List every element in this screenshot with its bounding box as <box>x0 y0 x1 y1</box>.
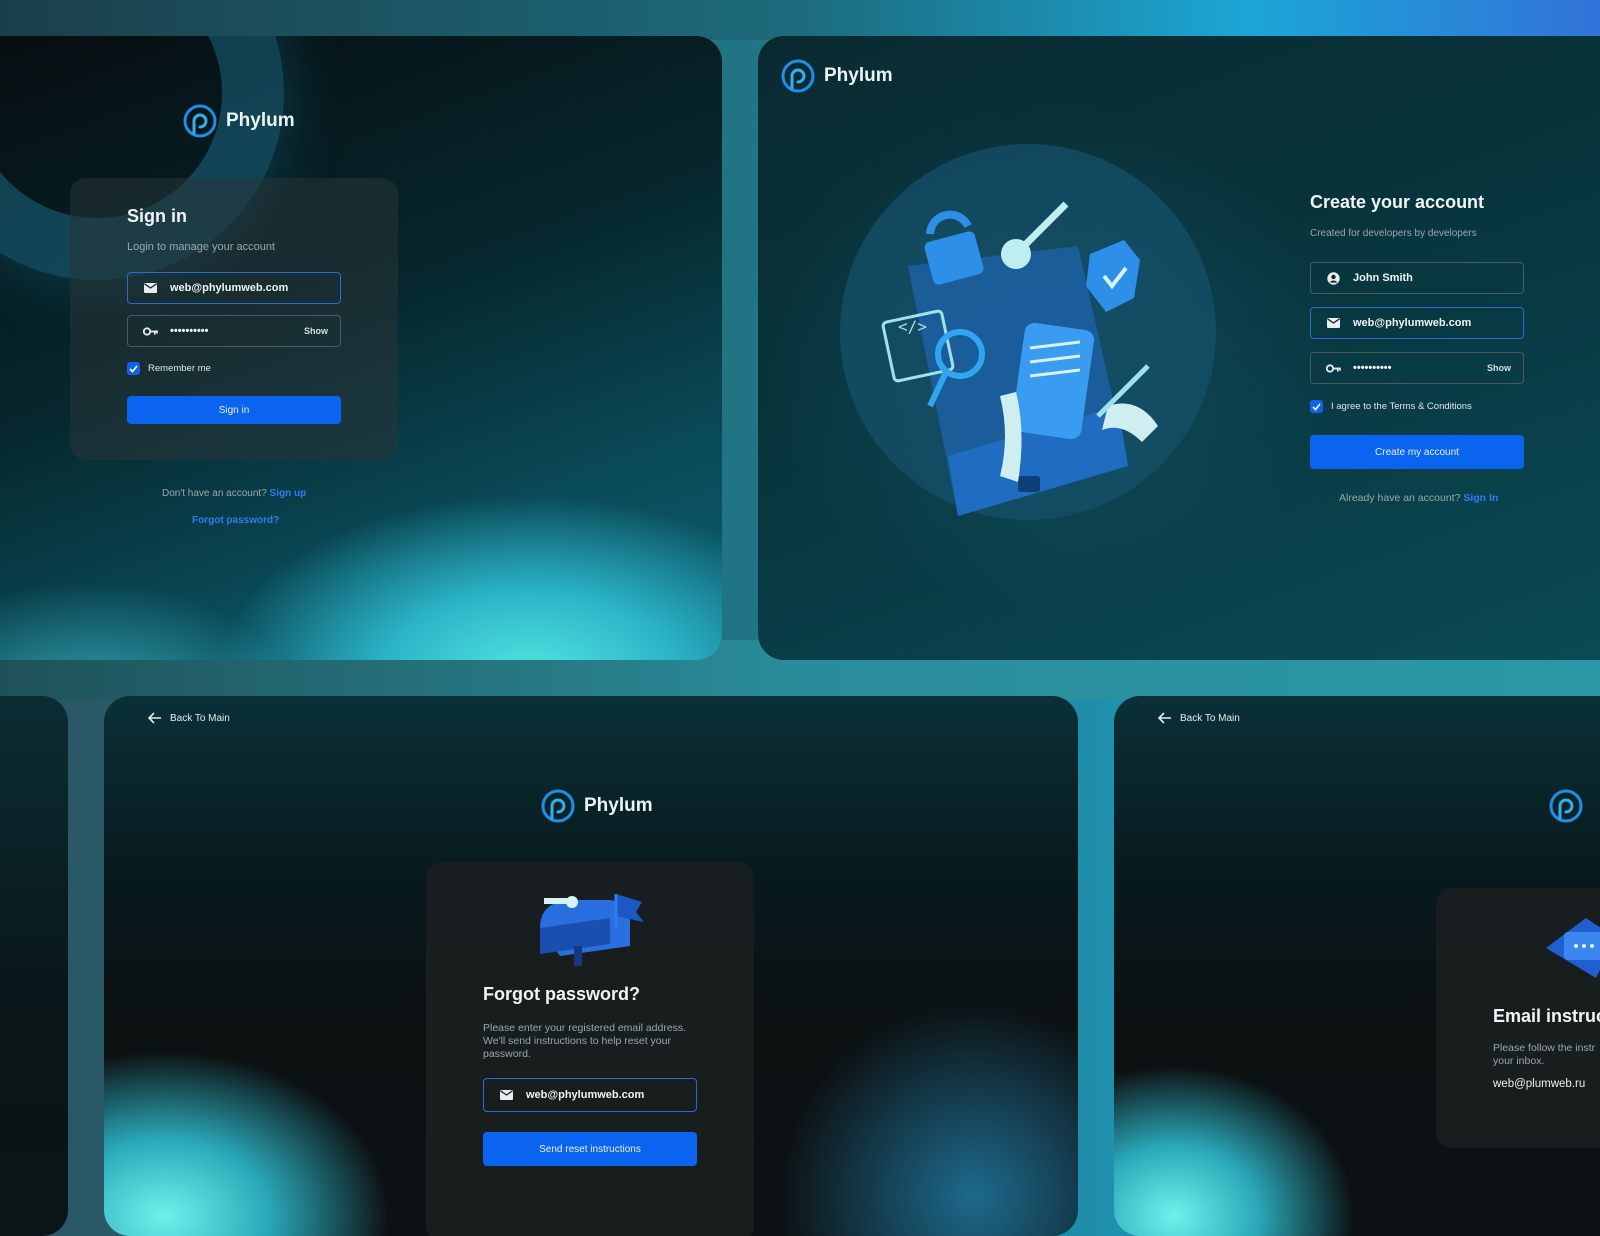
email-sent-logo <box>1548 788 1584 824</box>
signin-link[interactable]: Sign In <box>1463 492 1498 504</box>
mail-icon <box>143 281 158 296</box>
signin-show-password[interactable]: Show <box>304 326 328 336</box>
forgot-description: Please enter your registered email addre… <box>483 1022 687 1060</box>
create-account-panel: Phylum </> Create your account Created f… <box>758 36 1600 660</box>
email-sent-description: Please follow the instr your inbox. <box>1493 1042 1596 1067</box>
forgot-email-field[interactable]: web@phylumweb.com <box>483 1078 697 1112</box>
phylum-logo-icon <box>781 59 815 93</box>
signin-password-field[interactable]: •••••••••• Show <box>127 315 341 347</box>
have-account-text: Already have an account? <box>1339 492 1461 504</box>
terms-checkbox[interactable] <box>1310 400 1323 413</box>
create-email-field[interactable]: web@phylumweb.com <box>1310 307 1524 339</box>
forgot-card: Forgot password? Please enter your regis… <box>426 862 754 1236</box>
no-account-text: Don't have an account? <box>162 488 267 499</box>
phylum-logo-icon <box>183 104 217 138</box>
create-password-field[interactable]: •••••••••• Show <box>1310 352 1524 384</box>
send-reset-button[interactable]: Send reset instructions <box>483 1132 697 1166</box>
create-email-value: web@phylumweb.com <box>1353 317 1472 329</box>
name-field[interactable]: John Smith <box>1310 262 1524 294</box>
brand-name: Phylum <box>824 65 893 86</box>
forgot-title: Forgot password? <box>483 984 640 1004</box>
name-value: John Smith <box>1353 272 1413 284</box>
forgot-password-link[interactable]: Forgot password? <box>192 515 279 526</box>
terms-label: I agree to the Terms & Conditions <box>1331 401 1472 412</box>
back-to-main-link[interactable]: Back To Main <box>1158 712 1240 724</box>
arrow-left-icon <box>148 712 161 724</box>
signin-prompt: Already have an account? Sign In <box>1339 492 1498 504</box>
signin-title: Sign in <box>127 206 187 226</box>
key-icon <box>1326 361 1341 376</box>
signin-logo: Phylum <box>182 103 295 139</box>
mail-icon <box>1326 316 1341 331</box>
create-password-value: •••••••••• <box>1353 362 1392 374</box>
create-account-button[interactable]: Create my account <box>1310 435 1524 469</box>
back-to-main-link[interactable]: Back To Main <box>148 712 230 724</box>
envelope-illustration <box>1546 918 1600 978</box>
create-title: Create your account <box>1310 192 1485 212</box>
create-logo: Phylum <box>780 58 893 94</box>
signin-card: Sign in Login to manage your account web… <box>70 178 398 460</box>
svg-text:</>: </> <box>898 317 927 336</box>
arrow-left-icon <box>1158 712 1171 724</box>
security-illustration: </> <box>840 144 1216 520</box>
check-icon <box>129 364 138 373</box>
remember-checkbox[interactable] <box>127 362 140 375</box>
key-icon <box>143 324 158 339</box>
signup-link[interactable]: Sign up <box>270 488 307 499</box>
check-icon <box>1312 402 1321 411</box>
signup-prompt: Don't have an account? Sign up <box>162 488 306 499</box>
forgot-logo: Phylum <box>540 788 653 824</box>
back-label: Back To Main <box>1180 712 1240 724</box>
signin-subtitle: Login to manage your account <box>127 241 275 253</box>
email-sent-title: Email instruct <box>1493 1006 1600 1026</box>
partial-panel-left <box>0 696 68 1236</box>
forgot-password-panel: Back To Main Phylum Forgot password? Ple… <box>104 696 1078 1236</box>
phylum-logo-icon <box>1549 789 1583 823</box>
forgot-email-value: web@phylumweb.com <box>526 1089 645 1101</box>
email-sent-address: web@plumweb.ru <box>1493 1078 1586 1090</box>
remember-label: Remember me <box>148 363 211 374</box>
signin-email-value: web@phylumweb.com <box>170 282 289 294</box>
brand-name: Phylum <box>584 795 653 816</box>
top-backdrop <box>0 0 1600 40</box>
signin-panel: Phylum Sign in Login to manage your acco… <box>0 36 722 660</box>
create-subtitle: Created for developers by developers <box>1310 228 1477 239</box>
mail-icon <box>499 1088 514 1103</box>
user-icon <box>1326 271 1341 286</box>
signin-button[interactable]: Sign in <box>127 396 341 424</box>
signin-email-field[interactable]: web@phylumweb.com <box>127 272 341 304</box>
signin-password-value: •••••••••• <box>170 325 209 337</box>
phylum-logo-icon <box>541 789 575 823</box>
mailbox-illustration <box>540 894 644 966</box>
brand-name: Phylum <box>226 110 295 131</box>
email-sent-panel: Back To Main Email instruct Please follo… <box>1114 696 1600 1236</box>
back-label: Back To Main <box>170 712 230 724</box>
create-show-password[interactable]: Show <box>1487 363 1511 373</box>
email-sent-card: Email instruct Please follow the instr y… <box>1436 888 1600 1148</box>
